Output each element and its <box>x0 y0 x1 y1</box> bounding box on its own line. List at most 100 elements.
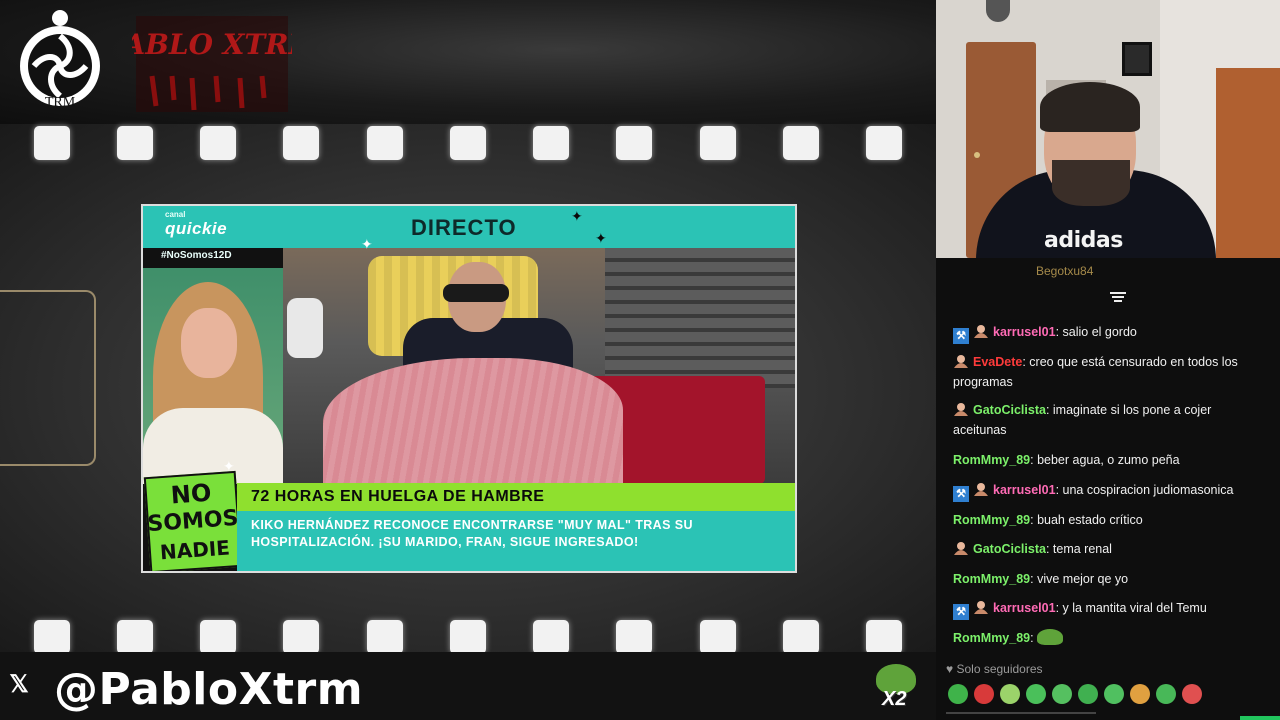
film-hole <box>699 620 736 654</box>
chat-message: GatoCiclista: tema renal <box>953 539 1263 559</box>
film-hole <box>116 620 153 654</box>
film-hole <box>33 126 70 160</box>
subscriber-badge-icon <box>973 324 989 338</box>
film-hole <box>200 620 237 654</box>
tv-header-bar: canal quickie DIRECTO <box>143 206 795 248</box>
wall-picture <box>1122 42 1152 76</box>
film-hole <box>116 126 153 160</box>
chat-username[interactable]: EvaDete <box>973 355 1022 369</box>
moderator-badge-icon: ⚒ <box>953 486 969 502</box>
chat-username[interactable]: RomMmy_89 <box>953 513 1030 527</box>
chat-colon: : <box>1055 325 1063 339</box>
chat-message: RomMmy_89: <box>953 628 1263 648</box>
door-knob <box>974 152 980 158</box>
presenter-face <box>181 308 237 378</box>
show-logo-word: NADIE <box>159 535 231 565</box>
emote-icon[interactable] <box>1000 684 1020 704</box>
pablo-logo-text: PABLO XTRM <box>132 28 292 61</box>
film-hole <box>783 620 820 654</box>
film-hole <box>283 126 320 160</box>
chat-username[interactable]: RomMmy_89 <box>953 453 1030 467</box>
emote-icon[interactable] <box>1130 684 1150 704</box>
emote-icon[interactable] <box>1182 684 1202 704</box>
moderator-badge-icon: ⚒ <box>953 604 969 620</box>
show-logo-word: NO <box>169 478 213 510</box>
sparkle-icon: ✦ <box>571 208 583 224</box>
chat-input-line[interactable] <box>946 712 1096 714</box>
chat-message: RomMmy_89: buah estado crítico <box>953 510 1263 530</box>
sunglasses <box>443 284 509 302</box>
chat-username[interactable]: karrusel01 <box>993 483 1056 497</box>
live-status-label: DIRECTO <box>411 215 517 240</box>
chat-colon: : <box>1030 631 1038 645</box>
x-logo-icon: 𝕏 <box>9 671 29 698</box>
chat-username[interactable]: karrusel01 <box>993 325 1056 339</box>
film-hole <box>783 126 820 160</box>
emote-icon[interactable] <box>1104 684 1124 704</box>
chat-username[interactable]: GatoCiclista <box>973 542 1046 556</box>
webcam-feed: adidas <box>936 0 1280 258</box>
chat-colon: : <box>1045 403 1053 417</box>
trm-logo-text: TRM <box>45 95 76 110</box>
film-hole <box>366 126 403 160</box>
emote-icon[interactable] <box>1052 684 1072 704</box>
film-hole <box>200 126 237 160</box>
bed-scene-video <box>283 248 795 488</box>
heart-icon: ♥ <box>946 662 954 676</box>
news-subline-bar: KIKO HERNÁNDEZ RECONOCE ENCONTRARSE "MUY… <box>237 511 795 571</box>
chat-username[interactable]: karrusel01 <box>993 601 1056 615</box>
pinned-username: Begotxu84 <box>1036 264 1094 278</box>
emote-icon[interactable] <box>948 684 968 704</box>
chat-colon: : <box>1045 542 1053 556</box>
emote-icon[interactable] <box>1156 684 1176 704</box>
wardrobe <box>1216 68 1280 258</box>
presenter-video <box>143 268 283 484</box>
tv-broadcast-frame: canal quickie DIRECTO #NoSomos12D ✦ ✦ ✦ … <box>141 204 797 573</box>
sparkle-icon: ✦ <box>595 230 607 246</box>
pink-blanket <box>323 358 623 488</box>
film-hole <box>866 126 903 160</box>
decorative-frame <box>0 290 96 466</box>
film-hole <box>283 620 320 654</box>
chat-text: vive mejor qe yo <box>1037 572 1129 586</box>
subscriber-badge-icon <box>973 600 989 614</box>
chat-colon: : <box>1055 483 1063 497</box>
filter-icon[interactable] <box>1110 290 1126 304</box>
chat-username[interactable]: RomMmy_89 <box>953 572 1030 586</box>
chat-colon: : <box>1055 601 1063 615</box>
chat-message: RomMmy_89: beber agua, o zumo peña <box>953 450 1263 470</box>
subscriber-badge-icon <box>953 402 969 416</box>
streamer-beard <box>1052 160 1130 206</box>
chat-username[interactable]: RomMmy_89 <box>953 631 1030 645</box>
subscriber-badge-icon <box>953 354 969 368</box>
social-handle: @PabloXtrm <box>54 664 364 715</box>
film-hole <box>449 126 486 160</box>
news-headline: 72 HORAS EN HUELGA DE HAMBRE <box>251 488 545 505</box>
send-accent <box>1240 716 1280 720</box>
emote-icon[interactable] <box>1026 684 1046 704</box>
chat-message: RomMmy_89: vive mejor qe yo <box>953 569 1263 589</box>
chat-text: salio el gordo <box>1062 325 1137 339</box>
emote-icon[interactable] <box>974 684 994 704</box>
no-somos-nadie-logo: NO SOMOS NADIE <box>143 470 243 571</box>
stream-layout: TRM PABLO XTRM canal <box>0 0 1280 720</box>
chat-message: ⚒ karrusel01: y la mantita viral del Temu <box>953 598 1263 620</box>
channel-brand: canal quickie <box>165 210 227 239</box>
film-hole <box>366 620 403 654</box>
followers-only-mode: ♥ Solo seguidores <box>946 662 1043 676</box>
chat-panel: Begotxu84 ⚒ karrusel01: salio el gordo Eva… <box>936 258 1280 720</box>
chat-message: EvaDete: creo que está censurado en todo… <box>953 352 1263 392</box>
news-headline-bar: 72 HORAS EN HUELGA DE HAMBRE <box>237 483 795 511</box>
emote-icon[interactable] <box>1078 684 1098 704</box>
emote-bar[interactable] <box>948 684 1278 708</box>
film-hole <box>533 620 570 654</box>
chat-text: beber agua, o zumo peña <box>1037 453 1180 467</box>
overlay-bottom-bar: 𝕏 @PabloXtrm X2 <box>0 652 936 720</box>
film-hole <box>533 126 570 160</box>
chat-message: GatoCiclista: imaginate si los pone a co… <box>953 400 1263 440</box>
ceiling-lamp <box>986 0 1010 22</box>
x2-label: X2 <box>882 688 907 710</box>
chat-username[interactable]: GatoCiclista <box>973 403 1046 417</box>
chat-text: buah estado crítico <box>1037 513 1143 527</box>
streamer-hair <box>1040 82 1140 132</box>
